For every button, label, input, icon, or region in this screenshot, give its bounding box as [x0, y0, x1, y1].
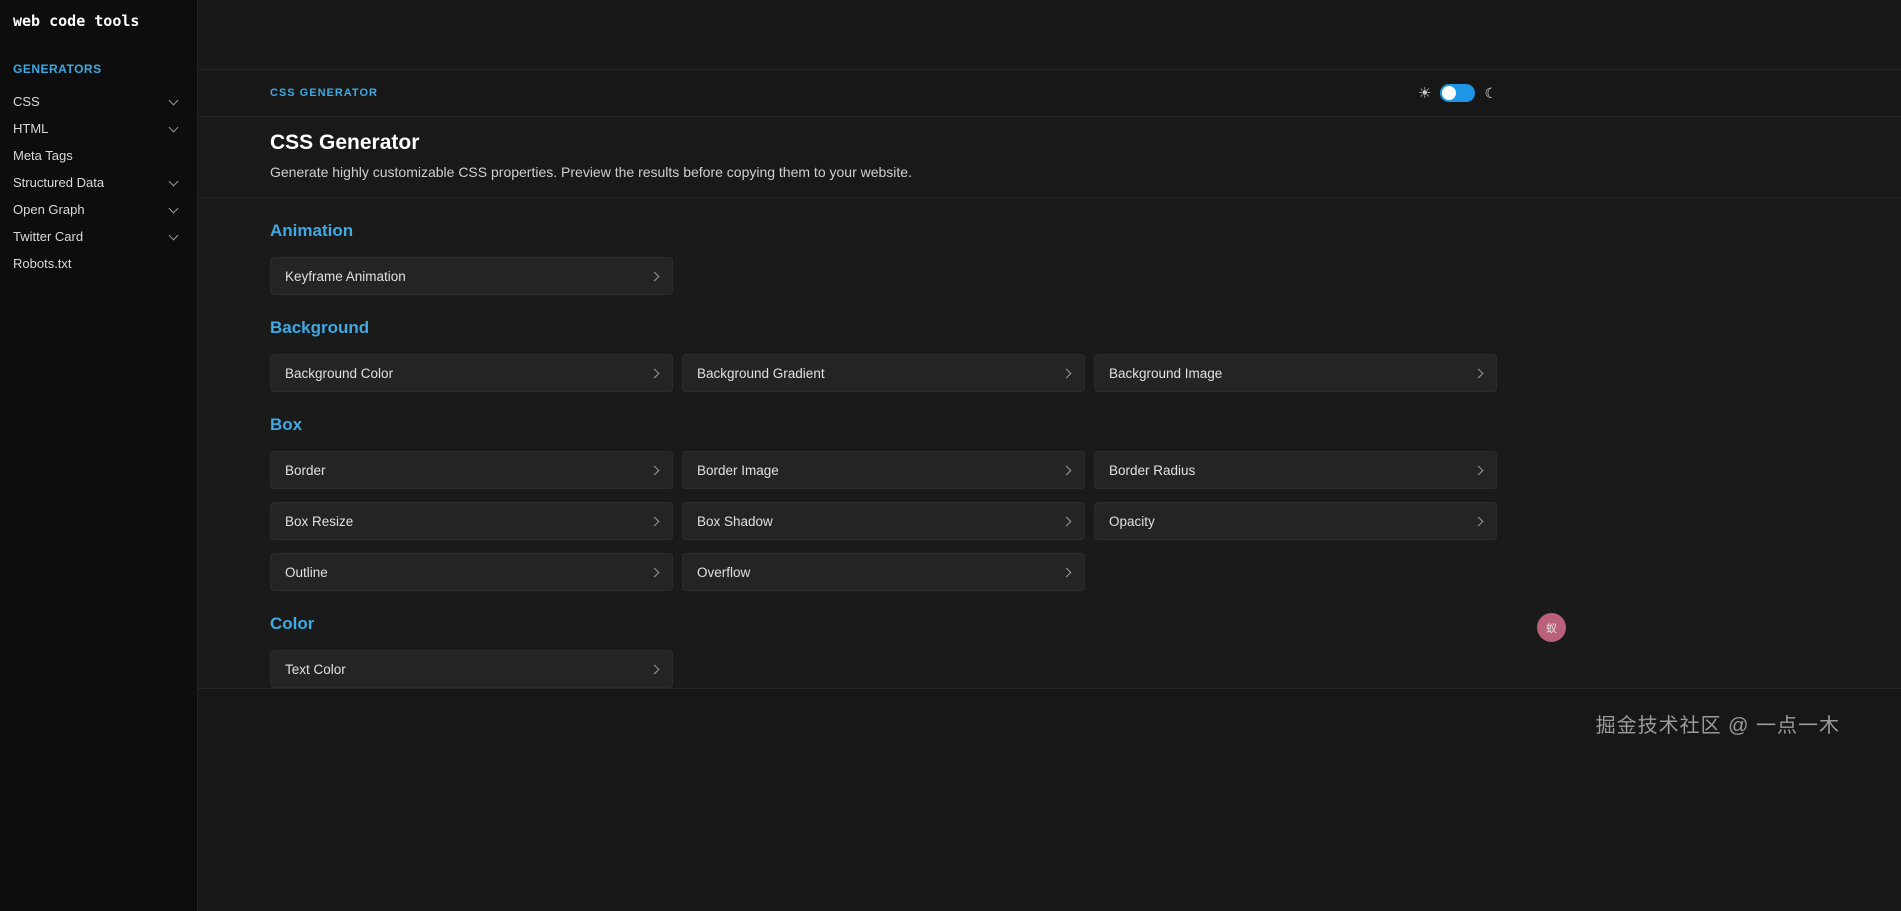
card-label: Opacity [1109, 514, 1155, 529]
card-border[interactable]: Border [270, 451, 673, 489]
sidebar-item-label: CSS [13, 94, 40, 109]
chevron-right-icon [1062, 567, 1072, 577]
theme-switch[interactable] [1440, 84, 1475, 102]
floating-badge[interactable]: 蚁 [1537, 613, 1566, 642]
section-title-animation: Animation [270, 221, 1901, 241]
section-grid-color: Text Color [270, 650, 1497, 688]
card-label: Box Shadow [697, 514, 773, 529]
chevron-right-icon [650, 465, 660, 475]
card-border-image[interactable]: Border Image [682, 451, 1085, 489]
sidebar-item-label: HTML [13, 121, 48, 136]
card-label: Keyframe Animation [285, 269, 406, 284]
chevron-right-icon [1474, 516, 1484, 526]
chevron-down-icon [169, 95, 179, 105]
card-label: Border Image [697, 463, 779, 478]
card-label: Overflow [697, 565, 750, 580]
card-opacity[interactable]: Opacity [1094, 502, 1497, 540]
sidebar-item-css[interactable]: CSS [0, 88, 197, 115]
moon-icon: ☾ [1484, 86, 1497, 100]
sun-icon: ☀ [1418, 86, 1431, 101]
sidebar-item-open-graph[interactable]: Open Graph [0, 196, 197, 223]
generator-list: Animation Keyframe Animation Background … [198, 198, 1901, 688]
sidebar-item-label: Open Graph [13, 202, 85, 217]
chevron-right-icon [1474, 465, 1484, 475]
sidebar-item-robots-txt[interactable]: Robots.txt [0, 250, 197, 277]
chevron-right-icon [1062, 516, 1072, 526]
sidebar-item-structured-data[interactable]: Structured Data [0, 169, 197, 196]
card-background-gradient[interactable]: Background Gradient [682, 354, 1085, 392]
card-text-color[interactable]: Text Color [270, 650, 673, 688]
card-background-image[interactable]: Background Image [1094, 354, 1497, 392]
app-title[interactable]: web code tools [0, 0, 197, 36]
chevron-right-icon [1062, 368, 1072, 378]
card-keyframe-animation[interactable]: Keyframe Animation [270, 257, 673, 295]
sidebar-item-twitter-card[interactable]: Twitter Card [0, 223, 197, 250]
card-label: Background Color [285, 366, 393, 381]
chevron-down-icon [169, 122, 179, 132]
theme-switch-knob [1442, 86, 1456, 100]
section-title-color: Color [270, 614, 1901, 634]
chevron-down-icon [169, 230, 179, 240]
section-grid-background: Background Color Background Gradient Bac… [270, 354, 1497, 392]
chevron-right-icon [1474, 368, 1484, 378]
section-title-box: Box [270, 415, 1901, 435]
sidebar-item-label: Meta Tags [13, 148, 73, 163]
section-grid-box: Border Border Image Border Radius Box Re… [270, 451, 1497, 591]
sidebar: web code tools GENERATORS CSS HTML Meta … [0, 0, 198, 911]
card-border-radius[interactable]: Border Radius [1094, 451, 1497, 489]
chevron-right-icon [650, 664, 660, 674]
watermark-text: 掘金技术社区 @ 一点一木 [1596, 709, 1840, 738]
page-subtitle: Generate highly customizable CSS propert… [270, 164, 1901, 180]
top-strip [198, 0, 1901, 70]
theme-toggle[interactable]: ☀ ☾ [1418, 84, 1497, 102]
header-inner: CSS GENERATOR ☀ ☾ [270, 84, 1497, 102]
card-label: Border Radius [1109, 463, 1195, 478]
chevron-right-icon [650, 567, 660, 577]
page-header: CSS GENERATOR ☀ ☾ [198, 70, 1901, 117]
card-box-shadow[interactable]: Box Shadow [682, 502, 1085, 540]
main-area: CSS GENERATOR ☀ ☾ CSS Generator Generate… [198, 0, 1901, 911]
sidebar-item-meta-tags[interactable]: Meta Tags [0, 142, 197, 169]
chevron-right-icon [650, 368, 660, 378]
card-box-resize[interactable]: Box Resize [270, 502, 673, 540]
card-label: Box Resize [285, 514, 353, 529]
card-label: Outline [285, 565, 328, 580]
sidebar-item-label: Twitter Card [13, 229, 83, 244]
card-label: Background Image [1109, 366, 1222, 381]
breadcrumb: CSS GENERATOR [270, 87, 378, 99]
card-label: Border [285, 463, 326, 478]
chevron-right-icon [650, 516, 660, 526]
sidebar-item-label: Structured Data [13, 175, 104, 190]
card-label: Background Gradient [697, 366, 825, 381]
page-title: CSS Generator [270, 131, 1901, 155]
section-grid-animation: Keyframe Animation [270, 257, 1497, 295]
sidebar-item-label: Robots.txt [13, 256, 72, 271]
chevron-right-icon [1062, 465, 1072, 475]
card-overflow[interactable]: Overflow [682, 553, 1085, 591]
card-label: Text Color [285, 662, 346, 677]
chevron-down-icon [169, 176, 179, 186]
chevron-down-icon [169, 203, 179, 213]
card-background-color[interactable]: Background Color [270, 354, 673, 392]
page-footer: 掘金技术社区 @ 一点一木 [198, 688, 1901, 911]
section-title-background: Background [270, 318, 1901, 338]
sidebar-nav: CSS HTML Meta Tags Structured Data Open … [0, 88, 197, 277]
sidebar-item-html[interactable]: HTML [0, 115, 197, 142]
sidebar-section-label: GENERATORS [13, 62, 183, 76]
chevron-right-icon [650, 271, 660, 281]
title-block: CSS Generator Generate highly customizab… [198, 117, 1901, 198]
card-outline[interactable]: Outline [270, 553, 673, 591]
